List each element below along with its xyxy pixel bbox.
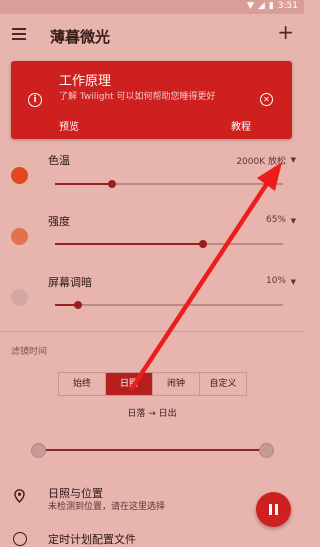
divider xyxy=(0,331,304,332)
range-start-thumb[interactable] xyxy=(31,443,46,458)
time-range-slider[interactable] xyxy=(31,443,274,458)
slider-thumb[interactable] xyxy=(199,240,208,248)
dim-label: 屏幕调暗 xyxy=(48,276,92,289)
app-title: 薄暮微光 xyxy=(50,28,111,46)
status-time: 3:51 xyxy=(277,1,298,11)
filter-mode-selector: 始终 日照 闹钟 自定义 xyxy=(58,372,247,396)
time-range-label: 日落 → 日出 xyxy=(127,409,177,419)
tutorial-button[interactable]: 教程 xyxy=(231,118,251,133)
info-icon: i xyxy=(28,93,42,107)
card-title: 工作原理 xyxy=(59,74,112,89)
dim-row: 屏幕调暗 10% ▼ xyxy=(0,273,304,323)
preview-button[interactable]: 预览 xyxy=(59,118,79,133)
range-end-thumb[interactable] xyxy=(259,443,274,458)
status-bar: ▼ ◢ ▮ 3:51 xyxy=(0,0,304,14)
card-description: 了解 Twilight 可以如何帮助您睡得更好 xyxy=(59,92,216,102)
dim-value[interactable]: 10% xyxy=(266,276,286,286)
filter-section-label: 滤镜时间 xyxy=(11,347,48,357)
close-icon[interactable]: ✕ xyxy=(260,93,273,106)
color-temp-slider[interactable] xyxy=(55,180,283,188)
color-temp-value[interactable]: 2000K 放松 xyxy=(236,154,286,167)
intensity-slider[interactable] xyxy=(55,240,283,248)
intensity-dot xyxy=(11,228,28,245)
location-pin-icon xyxy=(14,489,25,503)
add-icon[interactable]: + xyxy=(277,22,294,42)
slider-thumb[interactable] xyxy=(73,301,82,309)
battery-icon: ▮ xyxy=(268,1,274,11)
filter-option-sun[interactable]: 日照 xyxy=(106,373,153,395)
caret-down-icon[interactable]: ▼ xyxy=(291,278,296,286)
schedule-profiles-title[interactable]: 定时计划配置文件 xyxy=(48,531,136,547)
color-temp-label: 色温 xyxy=(48,154,70,167)
caret-down-icon[interactable]: ▼ xyxy=(291,156,296,164)
dim-dot xyxy=(11,289,28,306)
filter-option-alarm[interactable]: 闹钟 xyxy=(153,373,200,395)
wifi-icon: ▼ xyxy=(246,1,254,11)
filter-option-custom[interactable]: 自定义 xyxy=(200,373,246,395)
status-icons: ▼ ◢ ▮ 3:51 xyxy=(247,1,298,11)
pause-icon xyxy=(269,504,272,515)
caret-down-icon[interactable]: ▼ xyxy=(291,217,296,225)
slider-thumb[interactable] xyxy=(108,180,116,188)
intensity-row: 强度 65% ▼ xyxy=(0,211,304,261)
dim-slider[interactable] xyxy=(55,301,283,309)
intensity-value[interactable]: 65% xyxy=(266,215,286,225)
app-bar: 薄暮微光 + xyxy=(0,14,304,58)
menu-icon[interactable] xyxy=(12,28,26,40)
info-card: i 工作原理 了解 Twilight 可以如何帮助您睡得更好 ✕ 预览 教程 xyxy=(11,61,292,139)
location-subtitle: 未检测到位置，请在这里选择 xyxy=(48,502,166,512)
signal-icon: ◢ xyxy=(257,1,265,11)
pause-button[interactable] xyxy=(256,492,291,527)
color-temp-row: 色温 2000K 放松 ▼ xyxy=(0,150,304,200)
color-temp-dot xyxy=(11,167,28,184)
intensity-label: 强度 xyxy=(48,215,70,228)
alarm-icon xyxy=(13,532,27,546)
filter-option-always[interactable]: 始终 xyxy=(59,373,106,395)
